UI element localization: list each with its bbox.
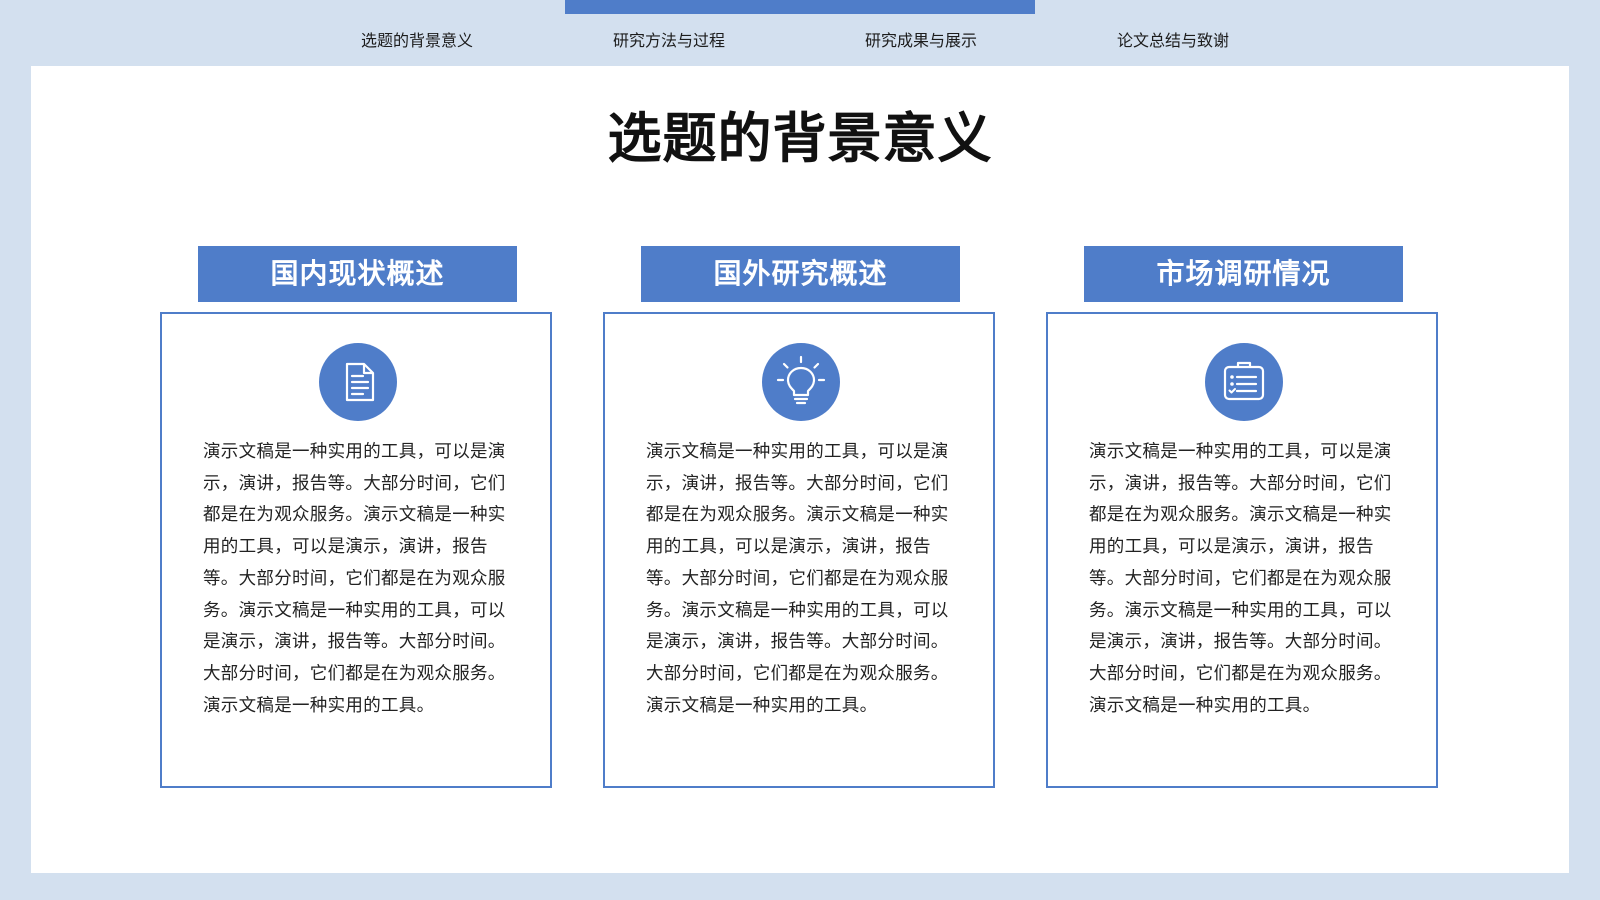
nav-item-results[interactable]: 研究成果与展示 [865, 30, 977, 52]
top-navigation: 选题的背景意义 研究方法与过程 研究成果与展示 论文总结与致谢 [0, 0, 1600, 65]
card-body: 演示文稿是一种实用的工具，可以是演示，演讲，报告等。大部分时间，它们都是在为观众… [160, 312, 552, 788]
nav-active-indicator [565, 0, 1035, 14]
card-description: 演示文稿是一种实用的工具，可以是演示，演讲，报告等。大部分时间，它们都是在为观众… [1089, 442, 1392, 716]
nav-item-summary[interactable]: 论文总结与致谢 [1117, 30, 1229, 52]
document-icon [319, 343, 397, 421]
nav-item-background[interactable]: 选题的背景意义 [361, 30, 473, 52]
card-body: 演示文稿是一种实用的工具，可以是演示，演讲，报告等。大部分时间，它们都是在为观众… [1046, 312, 1438, 788]
page-title: 选题的背景意义 [607, 107, 993, 170]
card-title: 市场调研情况 [1084, 246, 1403, 302]
checklist-icon [1205, 343, 1283, 421]
nav-item-methods[interactable]: 研究方法与过程 [613, 30, 725, 52]
card-title: 国内现状概述 [198, 246, 517, 302]
card-description: 演示文稿是一种实用的工具，可以是演示，演讲，报告等。大部分时间，它们都是在为观众… [646, 442, 949, 716]
card-description: 演示文稿是一种实用的工具，可以是演示，演讲，报告等。大部分时间，它们都是在为观众… [203, 442, 506, 716]
card-body: 演示文稿是一种实用的工具，可以是演示，演讲，报告等。大部分时间，它们都是在为观众… [603, 312, 995, 788]
card-title: 国外研究概述 [641, 246, 960, 302]
lightbulb-icon [762, 343, 840, 421]
